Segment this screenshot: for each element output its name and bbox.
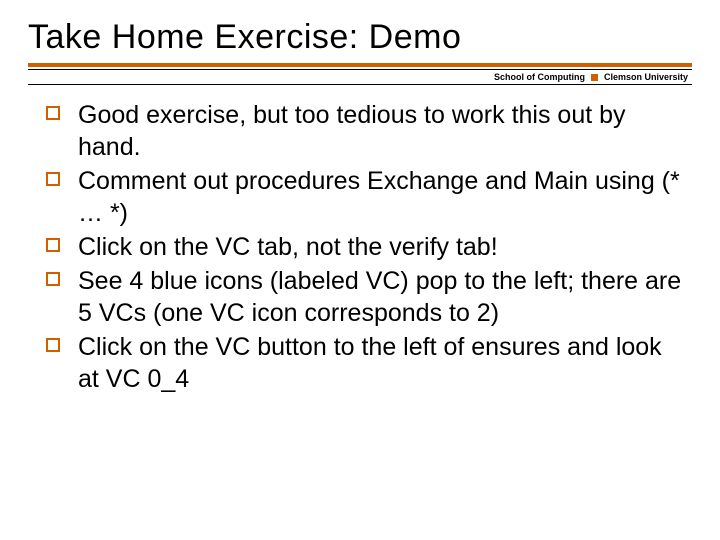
rule-thin-upper xyxy=(28,69,692,70)
rule-thin-lower xyxy=(28,84,692,85)
subheader-right: Clemson University xyxy=(604,72,688,82)
list-item: Click on the VC button to the left of en… xyxy=(46,331,686,395)
list-item: Good exercise, but too tedious to work t… xyxy=(46,99,686,163)
list-item: Comment out procedures Exchange and Main… xyxy=(46,165,686,229)
square-icon xyxy=(591,74,598,81)
slide: Take Home Exercise: Demo School of Compu… xyxy=(0,0,720,540)
title-rule: School of Computing Clemson University xyxy=(28,63,692,85)
rule-thick xyxy=(28,63,692,67)
list-item: See 4 blue icons (labeled VC) pop to the… xyxy=(46,265,686,329)
page-title: Take Home Exercise: Demo xyxy=(28,18,692,57)
subheader-left: School of Computing xyxy=(494,72,585,82)
bullet-list: Good exercise, but too tedious to work t… xyxy=(28,99,692,395)
subheader: School of Computing Clemson University xyxy=(28,72,688,82)
list-item: Click on the VC tab, not the verify tab! xyxy=(46,231,686,263)
